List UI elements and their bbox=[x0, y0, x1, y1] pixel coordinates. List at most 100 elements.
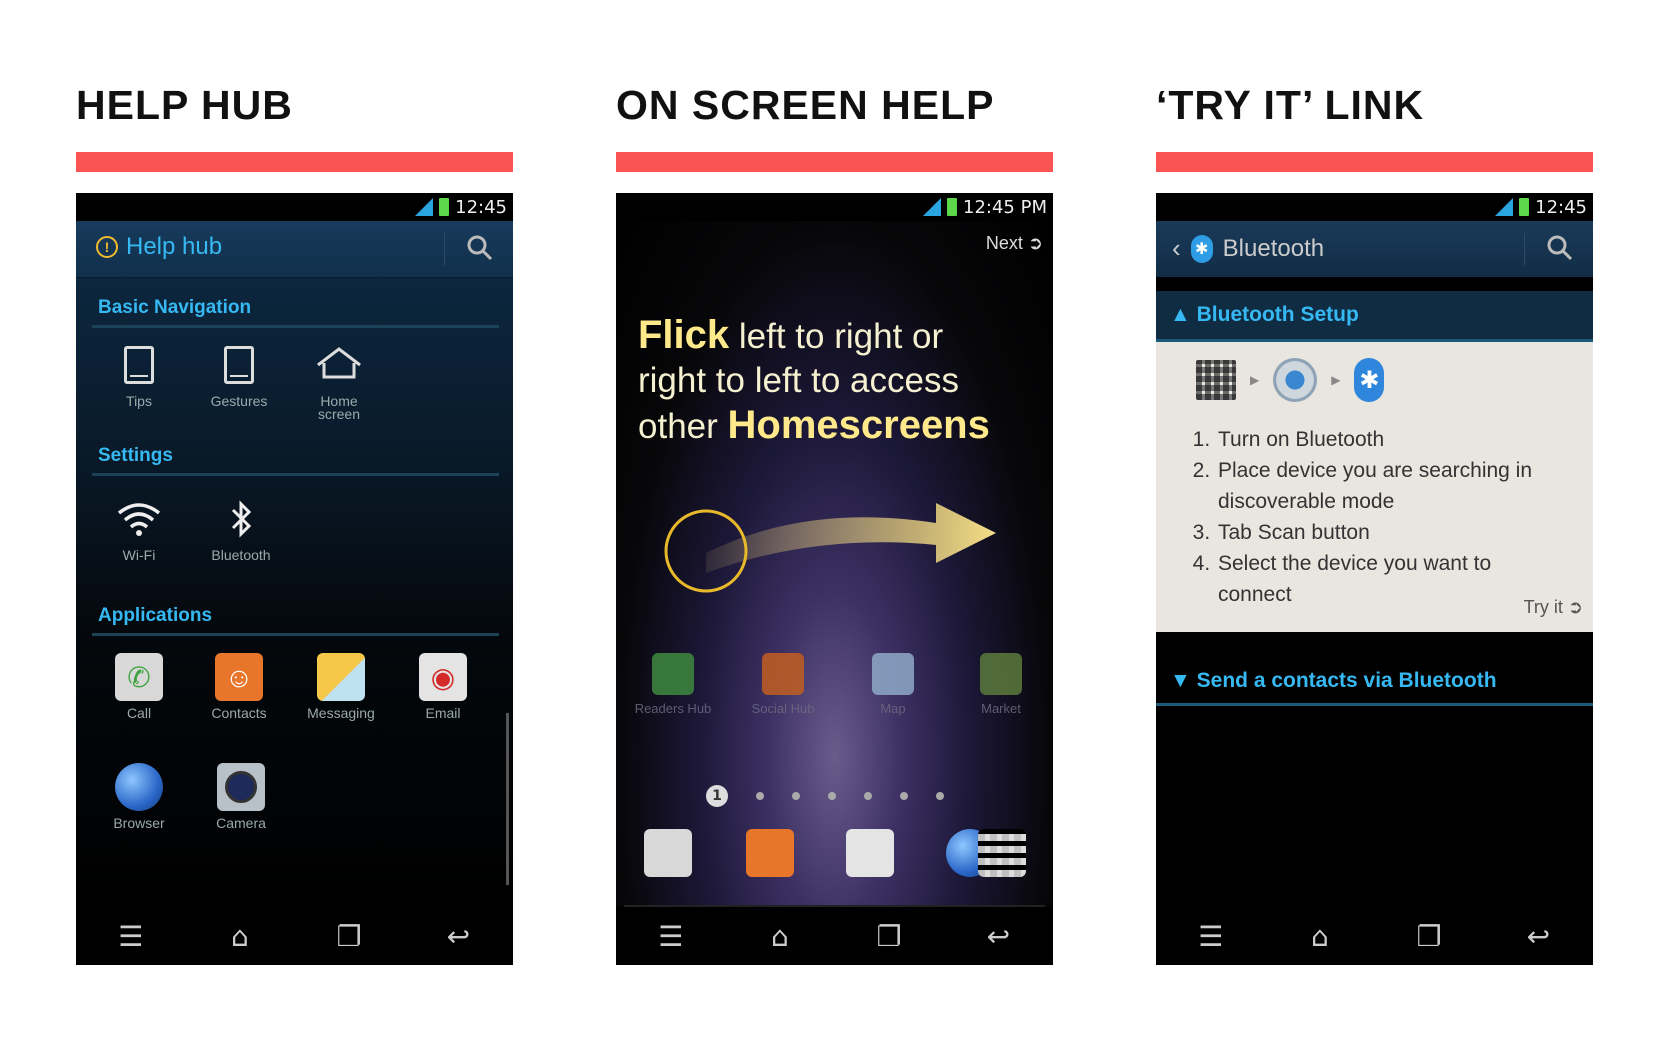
email-icon: ◉ bbox=[419, 653, 467, 701]
status-bar: 12:45 bbox=[76, 193, 513, 221]
title-underline-bar bbox=[1156, 152, 1593, 172]
grid-item-wifi[interactable]: Wi-Fi bbox=[94, 497, 184, 562]
try-it-link[interactable]: Try it ➲ bbox=[1524, 597, 1583, 618]
globe-icon bbox=[115, 763, 163, 811]
home-icon bbox=[294, 343, 384, 387]
grid-item-gestures[interactable]: Gestures bbox=[194, 343, 284, 408]
back-icon[interactable]: ↩ bbox=[1508, 920, 1568, 953]
app-market[interactable]: Market bbox=[956, 653, 1046, 716]
menu-icon[interactable]: ☰ bbox=[641, 920, 701, 953]
camera-icon bbox=[217, 763, 265, 811]
grid-item-tips[interactable]: Tips bbox=[94, 343, 184, 408]
back-chevron-icon[interactable]: ‹ bbox=[1172, 233, 1181, 264]
battery-icon bbox=[1519, 198, 1530, 216]
column-help-hub: HELP HUB 12:45 ! Help hub Basic Navigatio… bbox=[76, 0, 513, 1038]
section-header-settings: Settings bbox=[98, 445, 173, 466]
help-icon: ! bbox=[96, 236, 118, 258]
next-button[interactable]: Next ➲ bbox=[986, 233, 1043, 254]
column-title: ‘TRY IT’ LINK bbox=[1156, 82, 1425, 128]
title-underline-bar bbox=[616, 152, 1053, 172]
tablet-icon bbox=[224, 346, 254, 384]
homescreen-apps-row: Readers Hub Social Hub Map Market bbox=[616, 653, 1053, 725]
app-call[interactable]: ✆ Call bbox=[94, 653, 184, 720]
battery-icon bbox=[439, 198, 450, 216]
dock bbox=[616, 825, 1053, 885]
app-messaging[interactable]: Messaging bbox=[296, 653, 386, 720]
bluetooth-icon: ✱ bbox=[1190, 234, 1213, 263]
app-readers-hub[interactable]: Readers Hub bbox=[628, 653, 718, 716]
bluetooth-icon bbox=[196, 497, 286, 541]
recent-apps-icon[interactable]: ❐ bbox=[319, 920, 379, 953]
messaging-icon bbox=[317, 653, 365, 701]
section-header-basic-navigation: Basic Navigation bbox=[98, 297, 252, 318]
contacts-icon[interactable] bbox=[746, 829, 794, 877]
instruction-text: Flick left to right or right to left to … bbox=[638, 313, 990, 447]
column-try-it-link: ‘TRY IT’ LINK 12:45 ‹ ✱ Bluetooth ▲ Blue… bbox=[1156, 0, 1593, 1038]
action-bar: ‹ ✱ Bluetooth bbox=[1156, 221, 1593, 277]
settings-path-illustration: ▶ ▶ ✱ bbox=[1196, 358, 1385, 402]
scrollbar[interactable] bbox=[506, 713, 509, 885]
clock: 12:45 bbox=[455, 196, 507, 218]
title-underline-bar bbox=[76, 152, 513, 172]
signal-icon bbox=[413, 198, 434, 216]
page-title: Bluetooth bbox=[1222, 234, 1325, 262]
nav-bar: ☰ ⌂ ❐ ↩ bbox=[76, 907, 513, 965]
menu-icon[interactable]: ☰ bbox=[1181, 920, 1241, 953]
section-header-applications: Applications bbox=[98, 605, 213, 626]
instruction-steps: Turn on Bluetooth Place device you are s… bbox=[1190, 424, 1548, 610]
contacts-icon: ☺ bbox=[215, 653, 263, 701]
phone-screen-help-hub: 12:45 ! Help hub Basic Navigation Tips Ge… bbox=[76, 193, 513, 965]
app-drawer-icon[interactable] bbox=[978, 829, 1026, 877]
phone-icon: ✆ bbox=[115, 653, 163, 701]
signal-icon bbox=[921, 198, 942, 216]
nav-bar: ☰ ⌂ ❐ ↩ bbox=[616, 907, 1053, 965]
recent-apps-icon[interactable]: ❐ bbox=[859, 920, 919, 953]
action-bar: ! Help hub bbox=[76, 221, 513, 278]
app-camera[interactable]: Camera bbox=[196, 763, 286, 830]
clock: 12:45 bbox=[1535, 196, 1587, 218]
collapse-triangle-icon: ▲ bbox=[1170, 303, 1191, 326]
expand-triangle-icon: ▼ bbox=[1170, 669, 1191, 692]
grid-item-bluetooth[interactable]: Bluetooth bbox=[196, 497, 286, 562]
section-bluetooth-setup[interactable]: ▲ Bluetooth Setup bbox=[1156, 291, 1593, 342]
home-button-icon[interactable]: ⌂ bbox=[750, 920, 810, 953]
search-icon[interactable] bbox=[1545, 233, 1575, 263]
arrow-right-circle-icon: ➲ bbox=[1567, 597, 1583, 617]
battery-icon bbox=[947, 198, 958, 216]
wifi-icon bbox=[94, 497, 184, 541]
bluetooth-icon: ✱ bbox=[1354, 358, 1385, 402]
help-panel: ▶ ▶ ✱ Turn on Bluetooth Place device you… bbox=[1156, 342, 1593, 632]
page-title: Help hub bbox=[126, 233, 223, 260]
column-title: ON SCREEN HELP bbox=[616, 82, 995, 128]
back-icon[interactable]: ↩ bbox=[428, 920, 488, 953]
app-email[interactable]: ◉ Email bbox=[398, 653, 488, 720]
apps-grid-icon bbox=[1196, 360, 1236, 400]
status-bar: 12:45 PM bbox=[616, 193, 1053, 221]
recent-apps-icon[interactable]: ❐ bbox=[1399, 920, 1459, 953]
home-button-icon[interactable]: ⌂ bbox=[210, 920, 270, 953]
swipe-arrow-illustration bbox=[664, 503, 996, 593]
app-map[interactable]: Map bbox=[848, 653, 938, 716]
phone-screen-try-it: 12:45 ‹ ✱ Bluetooth ▲ Bluetooth Setup ▶ … bbox=[1156, 193, 1593, 965]
clock: 12:45 PM bbox=[963, 196, 1047, 218]
status-bar: 12:45 bbox=[1156, 193, 1593, 221]
app-contacts[interactable]: ☺ Contacts bbox=[194, 653, 284, 720]
page-indicator: 1 bbox=[706, 785, 944, 807]
email-icon[interactable] bbox=[846, 829, 894, 877]
app-browser[interactable]: Browser bbox=[94, 763, 184, 830]
tablet-icon bbox=[124, 346, 154, 384]
column-on-screen-help: ON SCREEN HELP 12:45 PM Next ➲ Flick lef… bbox=[616, 0, 1053, 1038]
signal-icon bbox=[1493, 198, 1514, 216]
home-button-icon[interactable]: ⌂ bbox=[1290, 920, 1350, 953]
phone-icon[interactable] bbox=[644, 829, 692, 877]
column-title: HELP HUB bbox=[76, 82, 293, 128]
arrow-right-circle-icon: ➲ bbox=[1027, 233, 1043, 253]
nav-bar: ☰ ⌂ ❐ ↩ bbox=[1156, 907, 1593, 965]
phone-screen-on-screen-help: 12:45 PM Next ➲ Flick left to right or r… bbox=[616, 193, 1053, 965]
grid-item-home-screen[interactable]: Home screen bbox=[294, 343, 384, 421]
app-social-hub[interactable]: Social Hub bbox=[738, 653, 828, 716]
section-send-contacts[interactable]: ▼ Send a contacts via Bluetooth bbox=[1156, 663, 1593, 706]
search-icon[interactable] bbox=[465, 233, 495, 263]
back-icon[interactable]: ↩ bbox=[968, 920, 1028, 953]
menu-icon[interactable]: ☰ bbox=[101, 920, 161, 953]
